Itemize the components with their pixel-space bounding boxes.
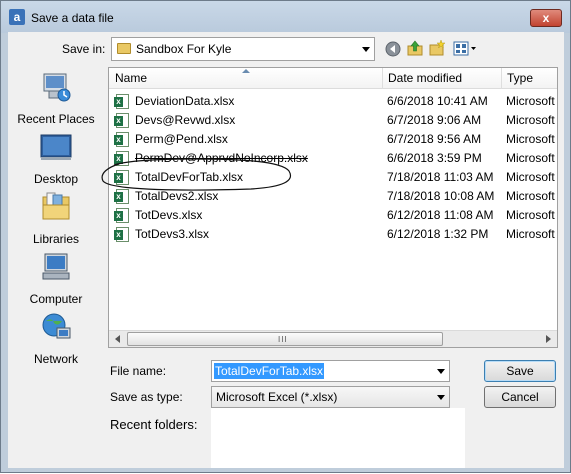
file-row[interactable]: PermDev@ApprvdNoIncorp.xlsx 6/6/2018 3:5… bbox=[109, 149, 557, 168]
file-name-label: File name: bbox=[110, 364, 167, 378]
place-network[interactable]: Network bbox=[8, 311, 104, 366]
column-header: Name Date modified Type bbox=[109, 68, 557, 89]
excel-file-icon bbox=[114, 189, 129, 204]
chevron-down-icon[interactable] bbox=[437, 369, 445, 374]
file-type: Microsoft bbox=[506, 132, 555, 146]
save-in-label: Save in: bbox=[62, 42, 106, 56]
place-desktop[interactable]: Desktop bbox=[8, 131, 104, 186]
file-name: TotalDevs2.xlsx bbox=[135, 189, 219, 203]
file-name: Devs@Revwd.xlsx bbox=[135, 113, 236, 127]
file-row[interactable]: Devs@Revwd.xlsx 6/7/2018 9:06 AM Microso… bbox=[109, 111, 557, 130]
file-row[interactable]: TotDevs.xlsx 6/12/2018 11:08 AM Microsof… bbox=[109, 206, 557, 225]
column-date-modified[interactable]: Date modified bbox=[382, 68, 501, 89]
view-menu-icon[interactable] bbox=[453, 41, 477, 57]
up-folder-icon[interactable] bbox=[407, 40, 423, 56]
file-date: 6/12/2018 1:32 PM bbox=[387, 227, 489, 241]
scroll-left-icon[interactable] bbox=[115, 335, 120, 343]
file-type: Microsoft bbox=[506, 189, 555, 203]
column-type[interactable]: Type bbox=[501, 68, 557, 89]
file-date: 7/18/2018 10:08 AM bbox=[387, 189, 495, 203]
place-libraries[interactable]: Libraries bbox=[8, 191, 104, 246]
back-icon[interactable] bbox=[385, 41, 401, 57]
save-in-combo[interactable]: Sandbox For Kyle bbox=[111, 37, 375, 61]
file-name: TotDevs3.xlsx bbox=[135, 227, 210, 241]
excel-file-icon bbox=[114, 132, 129, 147]
excel-file-icon bbox=[114, 113, 129, 128]
scrollbar-thumb[interactable]: III bbox=[127, 332, 443, 346]
file-type: Microsoft bbox=[506, 227, 555, 241]
chevron-down-icon[interactable] bbox=[437, 395, 445, 400]
file-name: Perm@Pend.xlsx bbox=[135, 132, 228, 146]
file-date: 6/7/2018 9:06 AM bbox=[387, 113, 482, 127]
place-label: Computer bbox=[29, 292, 83, 306]
excel-file-icon bbox=[114, 208, 129, 223]
save-as-type-label: Save as type: bbox=[110, 390, 183, 404]
excel-file-icon bbox=[114, 227, 129, 242]
save-as-type-select[interactable]: Microsoft Excel (*.xlsx) bbox=[211, 386, 450, 408]
save-button[interactable]: Save bbox=[484, 360, 556, 382]
file-type: Microsoft bbox=[506, 208, 555, 222]
place-label: Libraries bbox=[32, 232, 80, 246]
file-date: 6/7/2018 9:56 AM bbox=[387, 132, 482, 146]
network-icon bbox=[42, 313, 71, 339]
title-bar: a Save a data file x bbox=[1, 1, 570, 33]
recent-places-icon bbox=[43, 73, 71, 102]
new-folder-icon[interactable] bbox=[429, 40, 445, 56]
file-list[interactable]: Name Date modified Type DeviationData.xl… bbox=[108, 67, 558, 348]
chevron-down-icon[interactable] bbox=[362, 47, 370, 52]
save-dialog: a Save a data file x Save in: Sandbox Fo… bbox=[0, 0, 571, 473]
file-date: 6/6/2018 3:59 PM bbox=[387, 151, 482, 165]
place-computer[interactable]: Computer bbox=[8, 251, 104, 306]
file-row[interactable]: DeviationData.xlsx 6/6/2018 10:41 AM Mic… bbox=[109, 92, 557, 111]
file-name-field[interactable]: TotalDevForTab.xlsx bbox=[211, 360, 450, 382]
file-date: 6/6/2018 10:41 AM bbox=[387, 94, 488, 108]
place-label: Desktop bbox=[33, 172, 79, 186]
cancel-button[interactable]: Cancel bbox=[484, 386, 556, 408]
place-recent-places[interactable]: Recent Places bbox=[8, 71, 104, 126]
desktop-icon bbox=[40, 134, 72, 160]
file-type: Microsoft bbox=[506, 113, 555, 127]
file-name-value: TotalDevForTab.xlsx bbox=[214, 363, 325, 379]
dialog-body: Save in: Sandbox For Kyle Recent Places … bbox=[8, 32, 564, 468]
file-row[interactable]: Perm@Pend.xlsx 6/7/2018 9:56 AM Microsof… bbox=[109, 130, 557, 149]
excel-file-icon bbox=[114, 94, 129, 109]
save-as-type-value: Microsoft Excel (*.xlsx) bbox=[216, 390, 338, 404]
place-label: Network bbox=[33, 352, 78, 366]
dialog-title: Save a data file bbox=[31, 11, 114, 25]
file-type: Microsoft bbox=[506, 94, 555, 108]
place-label: Recent Places bbox=[17, 112, 95, 126]
excel-file-icon bbox=[114, 151, 129, 166]
scrollbar-grip: III bbox=[278, 335, 288, 344]
libraries-icon bbox=[42, 192, 70, 220]
excel-file-icon bbox=[114, 170, 129, 185]
file-row[interactable]: TotDevs3.xlsx 6/12/2018 1:32 PM Microsof… bbox=[109, 225, 557, 244]
file-date: 7/18/2018 11:03 AM bbox=[387, 170, 494, 184]
file-name: TotalDevForTab.xlsx bbox=[135, 170, 244, 184]
save-in-value: Sandbox For Kyle bbox=[136, 42, 232, 56]
scroll-right-icon[interactable] bbox=[546, 335, 551, 343]
computer-icon bbox=[42, 253, 70, 280]
file-name: PermDev@ApprvdNoIncorp.xlsx bbox=[135, 151, 308, 165]
close-button[interactable]: x bbox=[530, 9, 562, 27]
recent-folders-label: Recent folders: bbox=[110, 417, 198, 432]
horizontal-scrollbar[interactable]: III bbox=[109, 330, 557, 347]
file-row[interactable]: TotalDevForTab.xlsx 7/18/2018 11:03 AM M… bbox=[109, 168, 557, 187]
file-date: 6/12/2018 11:08 AM bbox=[387, 208, 494, 222]
file-type: Microsoft bbox=[506, 170, 555, 184]
folder-icon bbox=[117, 43, 131, 54]
file-name: DeviationData.xlsx bbox=[135, 94, 235, 108]
column-name[interactable]: Name bbox=[109, 68, 382, 89]
recent-folders-box[interactable] bbox=[211, 408, 465, 468]
places-bar: Recent Places Desktop Libraries Computer… bbox=[8, 67, 104, 377]
file-type: Microsoft bbox=[506, 151, 555, 165]
file-row[interactable]: TotalDevs2.xlsx 7/18/2018 10:08 AM Micro… bbox=[109, 187, 557, 206]
app-icon: a bbox=[9, 9, 25, 25]
file-name: TotDevs.xlsx bbox=[135, 208, 203, 222]
